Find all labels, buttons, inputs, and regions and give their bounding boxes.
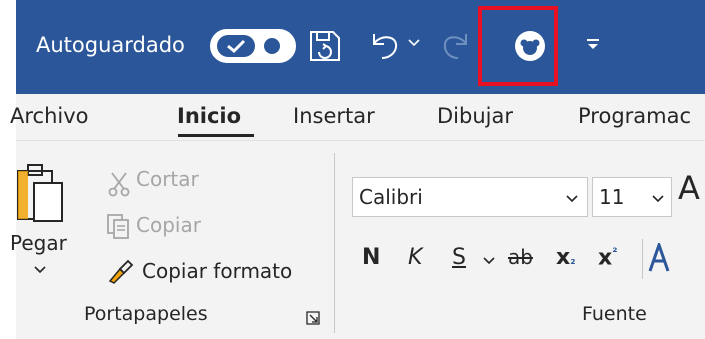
font-group-label: Fuente [582,303,647,325]
paste-icon[interactable] [14,161,66,225]
paste-label[interactable]: Pegar [10,231,67,255]
tab-programador[interactable]: Programac [578,104,691,128]
copy-icon [107,214,129,239]
tab-archivo[interactable]: Archivo [10,104,89,128]
ribbon: Pegar Cortar Copiar Copiar formato Porta… [10,140,705,339]
cut-icon [108,172,130,197]
chevron-down-icon [566,195,578,203]
chevron-down-icon [652,195,664,203]
font-size-value: 11 [599,185,625,209]
copy-label: Copiar [136,213,201,237]
subscript-mark: ₂ [570,253,576,267]
subscript-base: x [556,245,571,270]
highlight-box [478,6,558,86]
check-icon [227,39,246,54]
autosave-label: Autoguardado [36,33,185,57]
undo-dropdown-icon[interactable] [408,38,420,48]
underline-button[interactable]: S [452,245,466,270]
customize-toolbar-icon[interactable] [586,38,600,52]
underline-dropdown-icon[interactable] [482,256,496,266]
group-separator [334,153,335,333]
format-painter-icon[interactable] [106,257,136,285]
tab-dibujar[interactable]: Dibujar [437,104,513,128]
text-effects-icon[interactable] [648,243,670,273]
grow-font-button[interactable]: A [678,169,700,207]
font-name-value: Calibri [359,185,423,209]
undo-icon[interactable] [368,28,402,62]
paste-dropdown-icon[interactable] [33,265,47,275]
active-tab-indicator [178,134,254,137]
format-painter-label[interactable]: Copiar formato [142,259,292,283]
superscript-button[interactable]: x² [598,245,617,270]
format-separator [642,239,643,279]
autosave-toggle[interactable] [210,29,296,63]
clipboard-group-label: Portapapeles [84,303,208,325]
toggle-knob [264,38,280,54]
tab-inicio[interactable]: Inicio [177,104,241,128]
subscript-button[interactable]: x₂ [556,245,575,270]
italic-button[interactable]: K [408,245,422,270]
redo-icon [443,34,467,59]
toggle-check-thumb [217,35,255,57]
dialog-launcher-icon[interactable] [306,311,320,325]
strikethrough-button[interactable]: ab [508,245,533,269]
font-name-select[interactable]: Calibri [352,177,588,217]
bold-button[interactable]: N [362,245,380,270]
superscript-mark: ² [612,245,618,259]
cut-label: Cortar [136,167,199,191]
ribbon-tabs: Archivo Inicio Insertar Dibujar Programa… [10,94,705,140]
tab-insertar[interactable]: Insertar [293,104,375,128]
quick-access-toolbar: Autoguardado [16,0,705,94]
font-size-select[interactable]: 11 [592,177,672,217]
superscript-base: x [598,245,613,271]
save-icon[interactable] [307,28,343,64]
